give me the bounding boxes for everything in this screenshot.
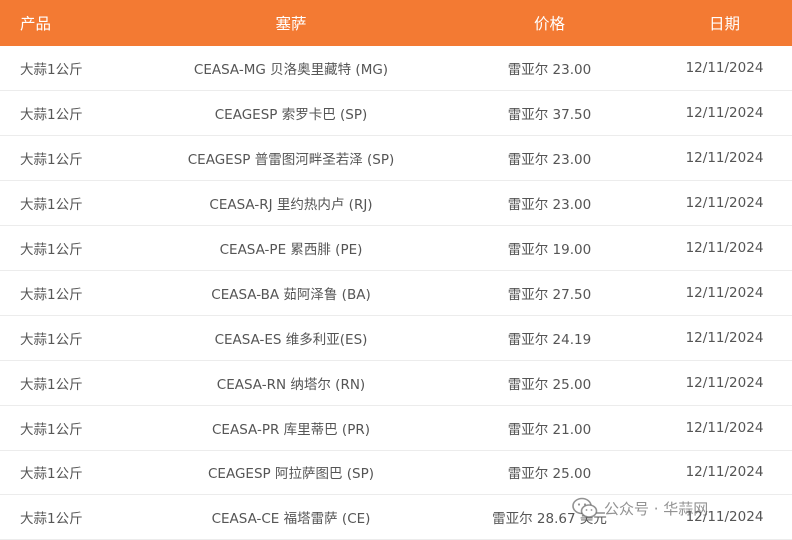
table-row: 大蒜1公斤 CEASA-RN 纳塔尔 (RN) 雷亚尔 25.00 12/11/202… <box>0 360 792 406</box>
watermark-text: 公众号 · 华蒜网 <box>604 499 709 518</box>
table-row: 大蒜1公斤 CEASA-PE 累西腓 (PE) 雷亚尔 19.00 12/11/202… <box>0 226 792 271</box>
cell-ceasa: CEAGESP 普雷图河畔圣若泽 (SP) <box>187 152 395 169</box>
cell-product: 大蒜1公斤 <box>20 511 83 528</box>
cell-ceasa: CEASA-PE 累西腓 (PE) <box>219 242 363 258</box>
wechat-icon <box>572 497 598 518</box>
cell-ceasa: CEASA-BA 茹阿泽鲁 (BA) <box>211 286 371 303</box>
cell-product: 大蒜1公斤 <box>20 107 83 124</box>
table-body: 大蒜1公斤 CEASA-MG 贝洛奥里藏特 (MG) 雷亚尔 23.00 12/11/… <box>0 46 792 540</box>
cell-product: 大蒜1公斤 <box>20 197 83 214</box>
table-row: 大蒜1公斤 CEASA-RJ 里约热内卢 (RJ) 雷亚尔 23.00 12/11/2… <box>0 181 792 226</box>
cell-ceasa: CEAGESP 索罗卡巴 (SP) <box>214 107 368 124</box>
table-header: 产品 塞萨 价格 日期 <box>0 0 792 46</box>
header-ceasa: 塞萨 <box>275 15 307 33</box>
cell-ceasa: CEASA-RJ 里约热内卢 (RJ) <box>209 197 373 214</box>
price-table: 产品 塞萨 价格 日期 大蒜1公斤 CEASA-MG 贝洛奥里藏特 (MG) 雷亚尔… <box>0 0 792 540</box>
cell-date: 12/11/2024 <box>685 329 764 346</box>
cell-product: 大蒜1公斤 <box>20 331 83 348</box>
cell-product: 大蒜1公斤 <box>20 421 83 438</box>
cell-price: 雷亚尔 27.50 <box>507 286 592 303</box>
cell-product: 大蒜1公斤 <box>20 376 83 393</box>
cell-ceasa: CEASA-PR 库里蒂巴 (PR) <box>212 421 370 438</box>
cell-date: 12/11/2024 <box>685 195 764 212</box>
table-row: 大蒜1公斤 CEAGESP 普雷图河畔圣若泽 (SP) 雷亚尔 23.00 12/11… <box>0 136 792 181</box>
table-row: 大蒜1公斤 CEASA-PR 库里蒂巴 (PR) 雷亚尔 21.00 12/11/20… <box>0 405 792 451</box>
cell-price: 雷亚尔 37.50 <box>507 107 592 124</box>
header-price: 价格 <box>533 15 565 33</box>
cell-price: 雷亚尔 23.00 <box>507 62 592 79</box>
cell-date: 12/11/2024 <box>685 240 764 256</box>
cell-date: 12/11/2024 <box>685 284 764 301</box>
table-row: 大蒜1公斤 CEAGESP 阿拉萨图巴 (SP) 雷亚尔 25.00 12/11/20… <box>0 450 792 495</box>
cell-product: 大蒜1公斤 <box>20 62 83 79</box>
cell-price: 雷亚尔 23.00 <box>507 197 592 214</box>
table-row: 大蒜1公斤 CEASA-BA 茹阿泽鲁 (BA) 雷亚尔 27.50 12/11/20… <box>0 270 792 316</box>
cell-product: 大蒜1公斤 <box>20 242 83 258</box>
cell-date: 12/11/2024 <box>685 150 764 167</box>
table-row: 大蒜1公斤 CEAGESP 索罗卡巴 (SP) 雷亚尔 37.50 12/11/202… <box>0 91 792 136</box>
table-row: 大蒜1公斤 CEASA-ES 维多利亚(ES) 雷亚尔 24.19 12/11/202… <box>0 315 792 361</box>
header-date: 日期 <box>708 15 740 33</box>
cell-date: 12/11/2024 <box>685 60 764 77</box>
cell-date: 12/11/2024 <box>685 374 764 391</box>
cell-price: 雷亚尔 23.00 <box>507 152 592 169</box>
cell-date: 12/11/2024 <box>685 105 764 122</box>
cell-ceasa: CEAGESP 阿拉萨图巴 (SP) <box>208 466 374 483</box>
header-product: 产品 <box>20 15 52 33</box>
cell-date: 12/11/2024 <box>685 419 764 436</box>
cell-price: 雷亚尔 21.00 <box>507 421 592 438</box>
cell-product: 大蒜1公斤 <box>20 152 83 169</box>
cell-ceasa: CEASA-ES 维多利亚(ES) <box>214 331 368 348</box>
cell-ceasa: CEASA-MG 贝洛奥里藏特 (MG) <box>193 62 389 79</box>
cell-product: 大蒜1公斤 <box>20 286 83 303</box>
cell-date: 12/11/2024 <box>685 464 764 481</box>
cell-price: 雷亚尔 24.19 <box>507 331 592 348</box>
cell-product: 大蒜1公斤 <box>20 466 83 483</box>
table-row: 大蒜1公斤 CEASA-MG 贝洛奥里藏特 (MG) 雷亚尔 23.00 12/11/… <box>0 46 792 91</box>
cell-price: 雷亚尔 25.00 <box>507 466 592 483</box>
cell-ceasa: CEASA-RN 纳塔尔 (RN) <box>216 376 366 393</box>
header-row: 产品 塞萨 价格 日期 <box>0 0 792 46</box>
cell-ceasa: CEASA-CE 福塔雷萨 (CE) <box>211 511 371 528</box>
watermark: 公众号 · 华蒜网 <box>572 496 708 520</box>
cell-price: 雷亚尔 19.00 <box>507 242 592 258</box>
cell-price: 雷亚尔 25.00 <box>507 376 592 393</box>
